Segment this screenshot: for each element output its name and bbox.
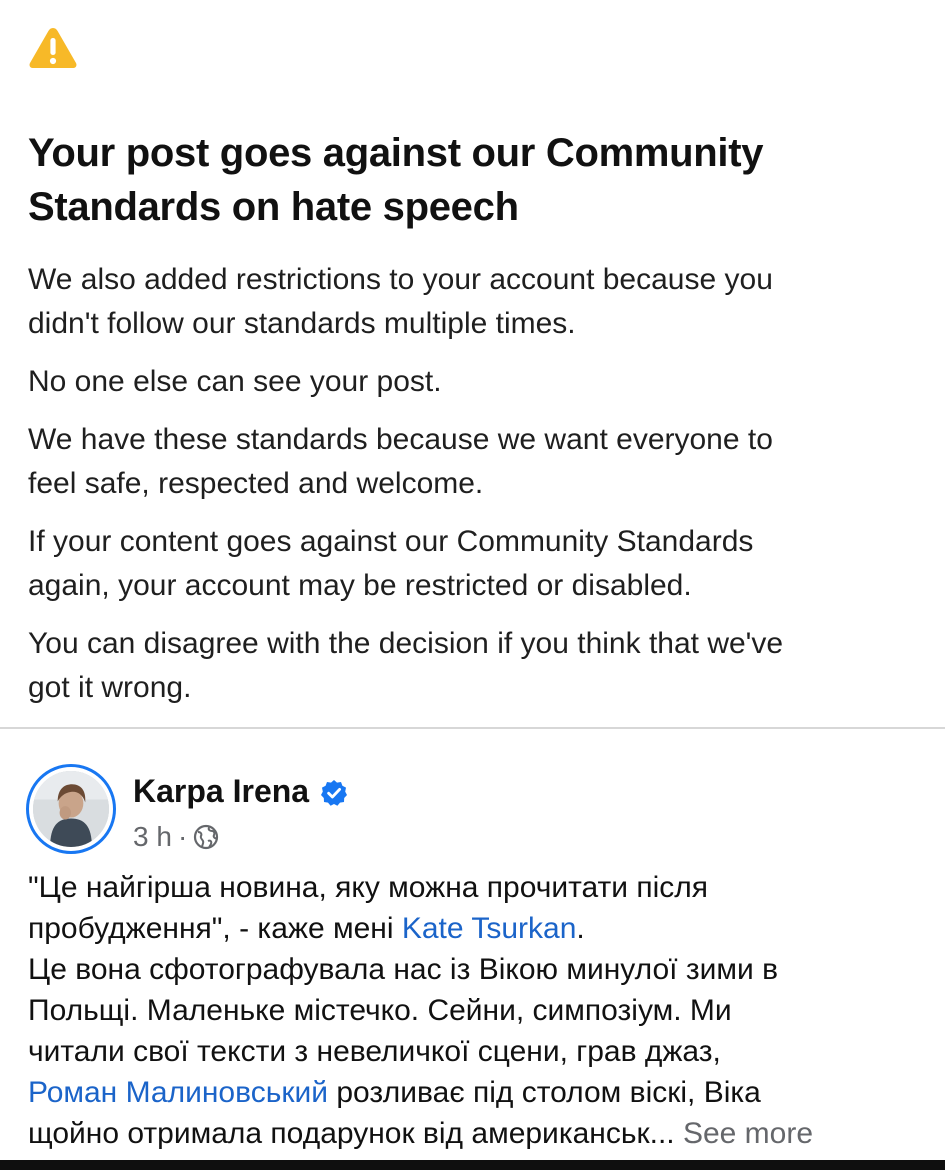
paragraph-line: You can disagree with the decision if yo…: [28, 627, 784, 660]
post-text-line: Роман Малиновський розливає під столом в…: [28, 1072, 928, 1113]
post-body: "Це найгірша новина, яку можна прочитати…: [28, 867, 928, 1154]
post-text-line: пробудження", - каже мені Kate Tsurkan.: [28, 908, 928, 949]
reported-post: Karpa Irena 3 h · "Це найгірша новина, я…: [0, 729, 945, 1155]
paragraph-line: We have these standards because we want …: [28, 423, 773, 456]
mention-link-kate-tsurkan[interactable]: Kate Tsurkan: [402, 912, 577, 945]
see-more-link[interactable]: See more: [683, 1117, 813, 1150]
author-name[interactable]: Karpa Irena: [133, 771, 309, 811]
paragraph-line: again, your account may be restricted or…: [28, 569, 692, 602]
notice-paragraph: We also added restrictions to your accou…: [28, 258, 917, 346]
notice-title-line: Your post goes against our Community: [28, 131, 764, 175]
post-text-line: щойно отримала подарунок від американськ…: [28, 1113, 928, 1154]
post-text-segment: .: [576, 912, 585, 945]
post-timestamp[interactable]: 3 h: [133, 821, 172, 853]
moderation-notice: Your post goes against our Community Sta…: [0, 0, 945, 728]
meta-separator: ·: [177, 821, 188, 852]
avatar-portrait-icon: [33, 771, 109, 847]
post-text-line: Польщі. Маленьке містечко. Сейни, симпоз…: [28, 994, 732, 1027]
post-text-segment: щойно отримала подарунок від американськ…: [28, 1117, 683, 1150]
notice-paragraph: No one else can see your post.: [28, 360, 917, 404]
post-text-line: Це вона сфотографувала нас із Вікою мину…: [28, 953, 778, 986]
avatar[interactable]: [26, 764, 116, 854]
paragraph-line: got it wrong.: [28, 671, 192, 704]
post-text-segment: розливає під столом віскі, Віка: [328, 1076, 761, 1109]
avatar-photo: [33, 771, 109, 847]
verified-badge-icon: [321, 780, 347, 806]
notice-paragraph: You can disagree with the decision if yo…: [28, 622, 917, 710]
paragraph-line: No one else can see your post.: [28, 365, 442, 398]
notice-title: Your post goes against our Community Sta…: [28, 126, 917, 234]
paragraph-line: feel safe, respected and welcome.: [28, 467, 484, 500]
warning-triangle-icon: [29, 28, 77, 68]
post-text-line: "Це найгірша новина, яку можна прочитати…: [28, 871, 709, 904]
notice-paragraph: If your content goes against our Communi…: [28, 520, 917, 608]
notice-paragraph: We have these standards because we want …: [28, 418, 917, 506]
paragraph-line: didn't follow our standards multiple tim…: [28, 307, 576, 340]
post-text-segment: пробудження", - каже мені: [28, 912, 402, 945]
post-media-preview[interactable]: [0, 1160, 945, 1170]
notice-title-line: Standards on hate speech: [28, 185, 519, 229]
paragraph-line: If your content goes against our Communi…: [28, 525, 754, 558]
mention-link-roman-malynovskyi[interactable]: Роман Малиновський: [28, 1076, 328, 1109]
paragraph-line: We also added restrictions to your accou…: [28, 263, 773, 296]
post-text-line: читали свої тексти з невеличкої сцени, г…: [28, 1035, 721, 1068]
globe-icon[interactable]: [193, 824, 219, 850]
post-meta: 3 h ·: [133, 819, 219, 855]
